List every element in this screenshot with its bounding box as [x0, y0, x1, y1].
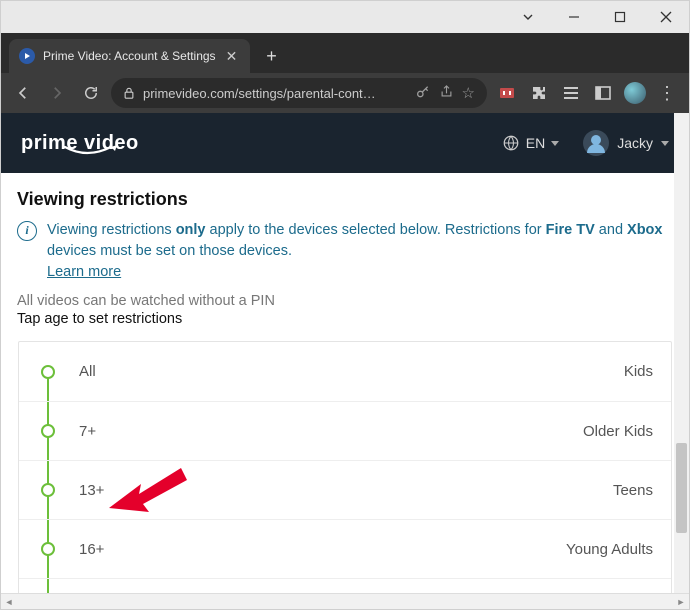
vertical-scrollbar[interactable] — [674, 113, 689, 593]
extension-icon-1[interactable] — [495, 81, 519, 105]
page-content: prime video EN Jacky Viewing restriction… — [1, 113, 689, 593]
site-header: prime video EN Jacky — [1, 113, 689, 173]
profile-avatar-icon[interactable] — [623, 81, 647, 105]
scroll-right-icon[interactable]: ► — [673, 594, 689, 610]
extensions-puzzle-icon[interactable] — [527, 81, 551, 105]
lock-icon — [123, 87, 135, 99]
restriction-level-all[interactable]: All Kids — [19, 342, 671, 401]
category-label: Older Kids — [583, 423, 653, 440]
instruction-text: Tap age to set restrictions — [17, 311, 673, 327]
horizontal-scrollbar[interactable]: ◄ ► — [1, 593, 689, 609]
logo-smile-icon — [63, 145, 119, 159]
category-label: Young Adults — [566, 541, 653, 558]
scrollbar-thumb[interactable] — [676, 443, 687, 533]
restriction-level-16plus[interactable]: 16+ Young Adults — [19, 519, 671, 578]
browser-tab[interactable]: Prime Video: Account & Settings ✕ — [9, 39, 250, 73]
password-key-icon[interactable] — [415, 84, 431, 103]
url-text: primevideo.com/settings/parental-cont… — [143, 86, 407, 101]
window-dropdown[interactable] — [505, 1, 551, 33]
window-maximize[interactable] — [597, 1, 643, 33]
learn-more-link[interactable]: Learn more — [47, 264, 121, 280]
age-label: All — [79, 363, 96, 380]
level-indicator-dot — [41, 483, 55, 497]
side-panel-icon[interactable] — [591, 81, 615, 105]
window-titlebar — [1, 1, 689, 33]
reading-list-icon[interactable] — [559, 81, 583, 105]
window-close[interactable] — [643, 1, 689, 33]
share-icon[interactable] — [439, 84, 454, 102]
restriction-level-18plus[interactable]: 18+Adults — [19, 578, 671, 593]
restriction-level-13plus[interactable]: 13+ Teens — [19, 460, 671, 519]
tab-close-icon[interactable]: ✕ — [224, 48, 240, 64]
age-label: 16+ — [79, 541, 104, 558]
info-notice: i Viewing restrictions only apply to the… — [17, 220, 673, 283]
category-label: Teens — [613, 482, 653, 499]
browser-toolbar: primevideo.com/settings/parental-cont… ☆… — [1, 73, 689, 113]
level-indicator-dot — [41, 424, 55, 438]
age-label: 7+ — [79, 423, 96, 440]
level-indicator-dot — [41, 542, 55, 556]
pin-status-text: All videos can be watched without a PIN — [17, 293, 673, 309]
tab-title: Prime Video: Account & Settings — [43, 49, 216, 63]
username-label: Jacky — [617, 135, 653, 151]
restriction-level-7plus[interactable]: 7+ Older Kids — [19, 401, 671, 460]
browser-menu-icon[interactable]: ⋮ — [655, 81, 679, 105]
user-menu[interactable]: Jacky — [583, 130, 669, 156]
chevron-down-icon — [551, 141, 559, 146]
bookmark-star-icon[interactable]: ☆ — [462, 84, 475, 102]
address-bar[interactable]: primevideo.com/settings/parental-cont… ☆ — [111, 78, 487, 108]
favicon-icon — [19, 48, 35, 64]
avatar-icon — [583, 130, 609, 156]
language-selector[interactable]: EN — [502, 134, 559, 152]
restriction-levels: All Kids 7+ Older Kids 13+ Teens 16+ Young Adul… — [18, 341, 672, 593]
globe-icon — [502, 134, 520, 152]
chevron-down-icon — [661, 141, 669, 146]
tab-strip: Prime Video: Account & Settings ✕ + — [1, 33, 689, 73]
scroll-left-icon[interactable]: ◄ — [1, 594, 17, 610]
category-label: Kids — [624, 363, 653, 380]
back-button[interactable] — [9, 79, 37, 107]
window-minimize[interactable] — [551, 1, 597, 33]
forward-button[interactable] — [43, 79, 71, 107]
reload-button[interactable] — [77, 79, 105, 107]
new-tab-button[interactable]: + — [258, 42, 286, 70]
page-title: Viewing restrictions — [17, 189, 673, 210]
prime-video-logo[interactable]: prime video — [21, 132, 139, 155]
level-indicator-dot — [41, 365, 55, 379]
language-label: EN — [526, 135, 545, 151]
info-icon: i — [17, 221, 37, 241]
age-label: 13+ — [79, 482, 104, 499]
